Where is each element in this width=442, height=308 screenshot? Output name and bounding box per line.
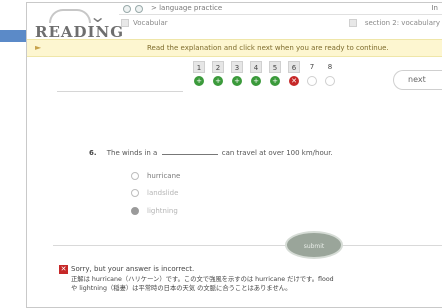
submit-divider [53,245,442,246]
feedback-line-3: や lightning（稲妻）は平常時の日本の天気 の文脈に合うことはありません… [71,285,292,292]
logo-arc [49,9,91,23]
instruction-bar: ► Read the explanation and click next wh… [27,39,442,57]
question-number-4[interactable]: 4 [250,61,262,73]
breadcrumb[interactable]: > language practice [151,4,222,12]
incorrect-icon: ✕ [289,76,299,86]
correct-icon: + [232,76,242,86]
answer-blank [161,149,218,155]
feedback-line-1: Sorry, but your answer is incorrect. [71,265,195,273]
arrow-right-icon: ► [35,43,42,52]
progress-divider [57,91,183,92]
question-number: 6. [89,149,97,157]
app-window: ⌄ READING > language practice In Vocabul… [26,2,442,308]
forward-icon[interactable] [135,5,143,13]
question-number-3[interactable]: 3 [231,61,243,73]
correct-icon: + [194,76,204,86]
option-label: hurricane [147,172,181,180]
option-landslide[interactable]: landslide [131,189,178,197]
error-icon: ✕ [59,265,68,274]
option-hurricane[interactable]: hurricane [131,172,180,180]
unanswered-icon [325,76,335,86]
question-number-6[interactable]: 6 [288,61,300,73]
vocab-icon [121,19,129,27]
breadcrumb-label: language practice [159,4,223,12]
correct-icon: + [251,76,261,86]
correct-icon: + [270,76,280,86]
section-icon [349,19,357,27]
vocab-tab[interactable]: Vocabular [133,19,168,27]
option-lightning[interactable]: lightning [131,207,178,215]
question-text-before: The winds in a [106,149,158,157]
question-number-1[interactable]: 1 [193,61,205,73]
section-label: section 2: vocabulary [364,19,440,27]
radio-button[interactable] [131,189,139,197]
question-text: 6. The winds in a can travel at over 100… [89,149,333,157]
option-label: lightning [147,207,178,215]
correct-icon: + [213,76,223,86]
question-number-7[interactable]: 7 [306,61,318,73]
next-button[interactable]: next [393,70,442,90]
tab-end-label: In [431,4,438,12]
instruction-text: Read the explanation and click next when… [147,44,389,52]
unanswered-icon [307,76,317,86]
question-number-2[interactable]: 2 [212,61,224,73]
feedback-line-2: 正解は hurricane（ハリケーン）です。この文で強風を示すのは hurri… [71,276,334,283]
question-number-5[interactable]: 5 [269,61,281,73]
radio-button-selected[interactable] [131,207,139,215]
submit-button[interactable]: submit [285,231,343,259]
radio-button[interactable] [131,172,139,180]
question-number-8[interactable]: 8 [324,61,336,73]
question-text-after: can travel at over 100 km/hour. [221,149,333,157]
option-label: landslide [147,189,179,197]
back-icon[interactable] [123,5,131,13]
tab-bar: > language practice In [119,3,442,15]
sub-toolbar: Vocabular section 2: vocabulary [119,15,442,33]
